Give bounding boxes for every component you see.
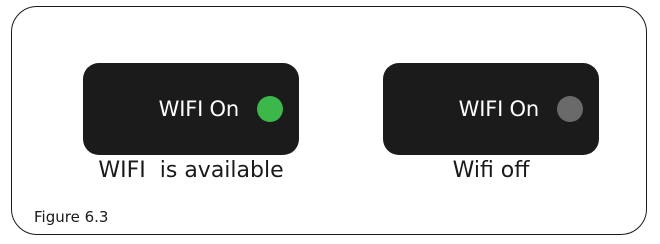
status-led-on-icon bbox=[257, 96, 283, 122]
caption-wifi-off: Wifi off bbox=[452, 158, 530, 183]
status-led-off-icon bbox=[557, 96, 583, 122]
wifi-indicator-label: WIFI On bbox=[158, 97, 240, 121]
wifi-indicator-off: WIFI On bbox=[383, 63, 599, 155]
wifi-indicator-label: WIFI On bbox=[458, 97, 540, 121]
wifi-indicator-available: WIFI On bbox=[83, 63, 299, 155]
figure-label: Figure 6.3 bbox=[34, 208, 109, 226]
caption-wifi-available: WIFI is available bbox=[98, 158, 284, 183]
